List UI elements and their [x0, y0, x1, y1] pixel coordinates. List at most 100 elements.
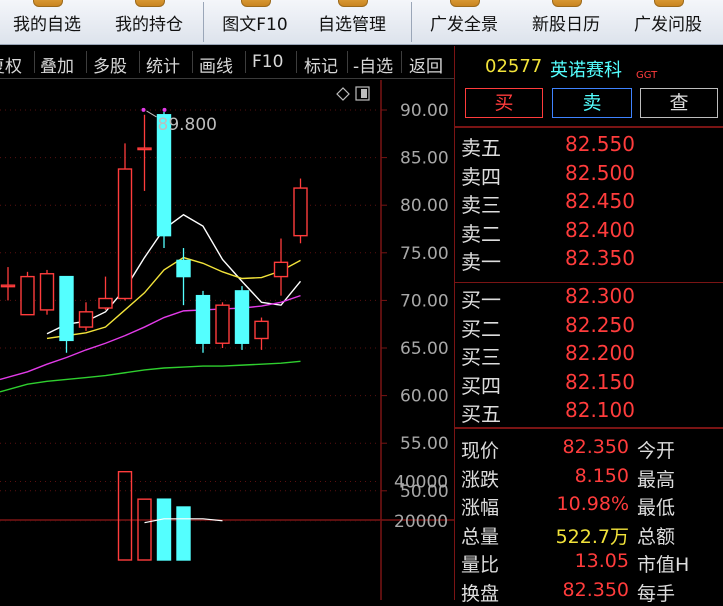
chart-tool-button[interactable]: 多股 [93, 52, 127, 77]
stat-label: 总量 [461, 525, 500, 548]
bid-row-price: 82.200 [565, 341, 635, 365]
toolbar-button[interactable]: 广发问股 [622, 0, 714, 44]
volume-bar [117, 470, 133, 561]
panel-toggle-icon-fill [361, 89, 367, 98]
price-tick-label: 75.00 [400, 244, 449, 264]
price-tick-label: 90.00 [400, 101, 449, 121]
chart-tool-button[interactable]: 统计 [146, 52, 180, 77]
document-icon [241, 0, 271, 7]
toolbar-button-label: 自选管理 [318, 15, 386, 35]
toolbar-button-label: 新股日历 [532, 15, 600, 35]
calendar-icon [552, 0, 582, 7]
volume-bar [176, 506, 191, 561]
bid-row-price: 82.300 [565, 284, 635, 308]
briefcase-icon [135, 0, 165, 7]
divider [455, 126, 723, 128]
toolbar-button[interactable]: 图文F10 [209, 0, 301, 44]
star-folder-icon [33, 0, 63, 7]
bid-row-price: 82.100 [565, 398, 635, 422]
ma-line [0, 360, 301, 393]
sell-button[interactable]: 卖 [552, 88, 632, 118]
stock-code: 02577 [485, 56, 543, 77]
ask-row-price: 82.350 [565, 246, 635, 270]
toolbar-button-label: 广发问股 [634, 15, 702, 35]
candle-body [234, 290, 250, 344]
stat-label: 涨幅 [461, 497, 500, 519]
toolbar-separator [203, 2, 204, 42]
buy-button[interactable]: 买 [465, 88, 543, 118]
stat-label-right: 最高 [637, 468, 676, 491]
stock-name: 英诺赛科 [550, 60, 622, 81]
top-toolbar: 我的自选 我的持仓 图文F10 自选管理 广发全景 新股日历 广发问股 [0, 0, 723, 45]
price-tick-label: 85.00 [400, 149, 449, 169]
stat-label-right: 总额 [637, 525, 676, 548]
toolbar-button-label: 图文F10 [222, 15, 288, 35]
high-marker-line [146, 110, 157, 118]
toolbar-button[interactable]: 我的自选 [1, 0, 93, 44]
candle-body [98, 297, 113, 309]
toolbar-button[interactable]: 新股日历 [520, 0, 612, 44]
tool-separator [192, 51, 193, 73]
chart-tool-button[interactable]: F10 [252, 52, 283, 72]
tool-separator [139, 51, 140, 73]
divider [455, 427, 723, 429]
ggt-badge: GGT [636, 70, 658, 81]
toolbar-button-label: 广发全景 [430, 15, 498, 35]
tool-separator [296, 51, 297, 73]
stat-value: 10.98% [556, 493, 629, 515]
tool-separator [401, 51, 402, 73]
ask-row-price: 82.500 [565, 160, 635, 185]
ask-row-price: 82.550 [565, 132, 635, 156]
stat-label: 涨跌 [461, 468, 500, 491]
kline-chart[interactable]: 90.00 85.00 80.00 75.00 70.00 65.00 60.00 55.00… [0, 80, 454, 600]
bid-row-price: 82.250 [565, 312, 635, 337]
toolbar-button[interactable]: 自选管理 [306, 0, 398, 44]
quote-panel: 02577 英诺赛科 GGT 买 卖 查 卖五 82.550 卖四 82.500 卖三 8… [454, 46, 723, 605]
chart-tool-button[interactable]: 画线 [199, 52, 233, 77]
stat-value: 13.05 [574, 550, 629, 572]
diamond-tool-icon [336, 87, 350, 101]
candle-body [59, 275, 74, 342]
list-icon [338, 0, 368, 7]
chart-tool-button[interactable]: 叠加 [40, 52, 74, 77]
candle-body [254, 320, 269, 340]
ask-row-label: 卖一 [461, 250, 501, 274]
price-tick-label: 60.00 [400, 387, 449, 407]
high-marker-dot [141, 107, 146, 112]
toolbar-button[interactable]: 我的持仓 [103, 0, 195, 44]
panorama-icon [450, 0, 480, 7]
tool-separator [86, 51, 87, 73]
price-tick-label: 80.00 [400, 196, 449, 216]
stat-value: 82.350 [562, 436, 629, 458]
stat-label-right: 市值H [637, 554, 690, 576]
candle-body [0, 284, 16, 288]
candle-body [273, 261, 289, 278]
candle-body [137, 147, 152, 151]
volume-tick-label: 40000 [394, 473, 448, 493]
toolbar-separator [411, 2, 412, 42]
ask-row-label: 卖五 [461, 136, 501, 160]
chart-tool-button[interactable]: 返回 [409, 52, 443, 77]
chat-icon [654, 0, 684, 7]
high-marker-dot [162, 107, 167, 112]
volume-tick-label: 20000 [394, 512, 448, 532]
ask-row-label: 卖二 [461, 221, 501, 246]
toolbar-button-label: 我的持仓 [115, 15, 183, 35]
toolbar-button[interactable]: 广发全景 [418, 0, 510, 44]
stat-label-right: 最低 [637, 497, 676, 519]
stat-value: 522.7万 [555, 525, 629, 548]
chart-toolbar: 复权叠加多股统计画线 F10 标记 -自选返回 [0, 46, 454, 79]
chart-tool-button[interactable]: 复权 [0, 52, 22, 77]
divider [455, 282, 723, 283]
chart-tool-button[interactable]: -自选 [353, 52, 393, 77]
ask-row-price: 82.400 [565, 217, 635, 242]
candle-body [78, 311, 94, 328]
query-button[interactable]: 查 [640, 88, 718, 118]
chart-tool-button[interactable]: 标记 [304, 52, 338, 77]
volume-bar [156, 498, 172, 561]
stat-label-right: 今开 [637, 440, 676, 462]
bid-row-price: 82.150 [565, 369, 635, 394]
price-tick-label: 65.00 [400, 339, 449, 359]
ask-row-price: 82.450 [565, 189, 635, 213]
volume-bar [137, 498, 152, 561]
